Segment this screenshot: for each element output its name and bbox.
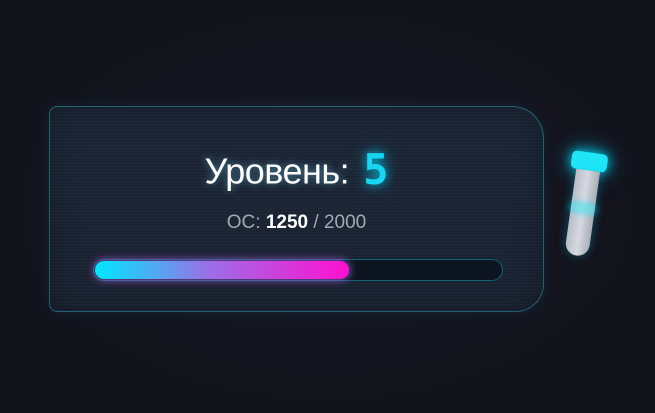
vial-icon[interactable] — [556, 150, 611, 264]
xp-progress-bar — [93, 259, 503, 281]
vial-tube — [564, 168, 601, 258]
vial-liquid — [570, 202, 596, 214]
game-hud: Уровень: 5 ОС: 1250 / 2000 — [0, 0, 655, 413]
xp-prefix: ОС: — [226, 212, 261, 233]
xp-readout: ОС: 1250 / 2000 — [50, 212, 543, 234]
level-label: Уровень: — [204, 150, 350, 192]
level-value: 5 — [363, 145, 389, 194]
xp-current: 1250 — [265, 212, 309, 233]
xp-separator: / — [313, 212, 319, 233]
xp-progress-fill — [95, 261, 349, 279]
level-panel: Уровень: 5 ОС: 1250 / 2000 — [49, 106, 544, 312]
xp-max: 2000 — [323, 212, 367, 233]
level-row: Уровень: 5 — [50, 145, 543, 196]
